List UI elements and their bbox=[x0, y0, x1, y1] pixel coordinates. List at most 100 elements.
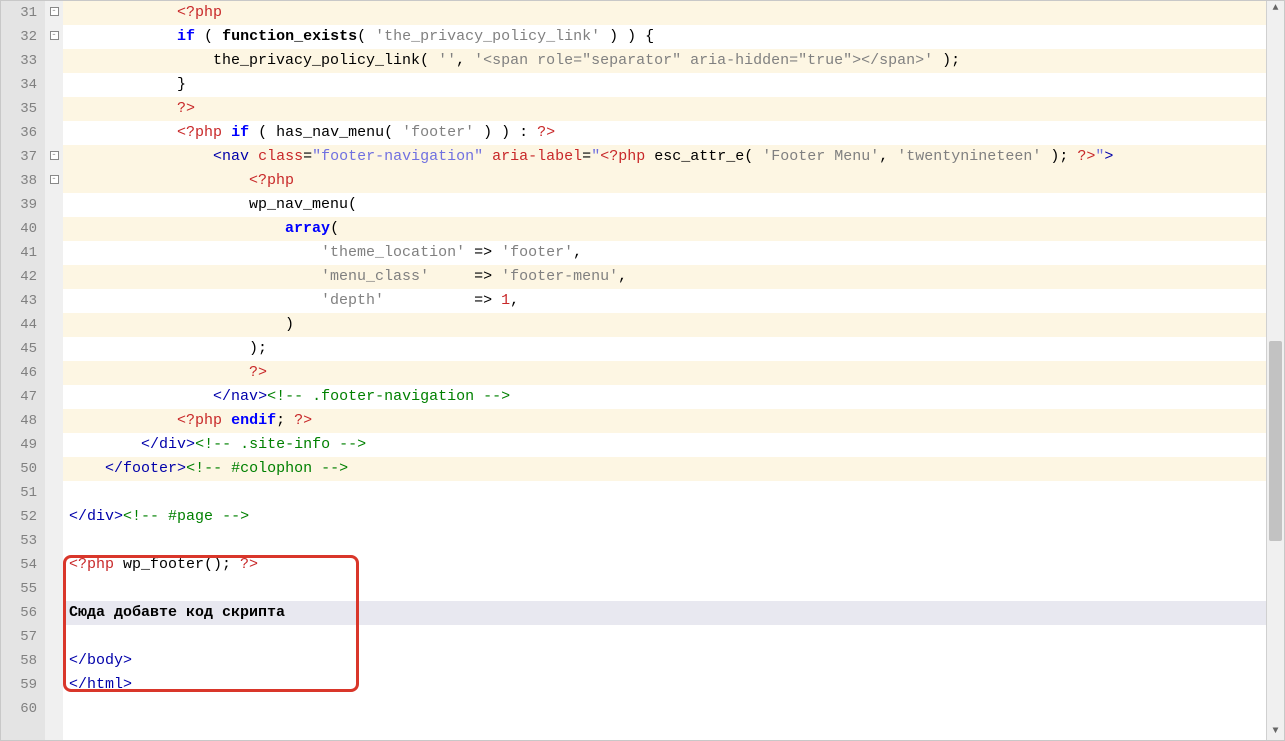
line-number[interactable]: 54 bbox=[1, 553, 37, 577]
code-line[interactable]: ); bbox=[63, 337, 1266, 361]
line-number[interactable]: 32 bbox=[1, 25, 37, 49]
code-line[interactable]: <?php wp_footer(); ?> bbox=[63, 553, 1266, 577]
code-line[interactable]: ?> bbox=[63, 361, 1266, 385]
code-token: > bbox=[258, 388, 267, 405]
code-token: 'footer' bbox=[501, 244, 573, 261]
line-number[interactable]: 52 bbox=[1, 505, 37, 529]
line-number[interactable]: 47 bbox=[1, 385, 37, 409]
line-number[interactable]: 58 bbox=[1, 649, 37, 673]
code-line[interactable]: the_privacy_policy_link( '', '<span role… bbox=[63, 49, 1266, 73]
code-line[interactable]: <?php bbox=[63, 169, 1266, 193]
line-number[interactable]: 43 bbox=[1, 289, 37, 313]
fold-mark bbox=[45, 265, 63, 289]
code-line[interactable] bbox=[63, 625, 1266, 649]
code-token: 'menu_class' bbox=[321, 268, 429, 285]
code-line[interactable]: 'menu_class' => 'footer-menu', bbox=[63, 265, 1266, 289]
code-token: nav bbox=[222, 148, 249, 165]
code-token: 1 bbox=[501, 292, 510, 309]
code-line[interactable]: </div><!-- .site-info --> bbox=[63, 433, 1266, 457]
line-number[interactable]: 40 bbox=[1, 217, 37, 241]
scroll-down-arrow[interactable]: ▼ bbox=[1267, 724, 1284, 740]
line-number[interactable]: 33 bbox=[1, 49, 37, 73]
line-number[interactable]: 31 bbox=[1, 1, 37, 25]
line-number[interactable]: 59 bbox=[1, 673, 37, 697]
line-number[interactable]: 34 bbox=[1, 73, 37, 97]
code-line[interactable] bbox=[63, 577, 1266, 601]
code-line[interactable]: </html> bbox=[63, 673, 1266, 697]
line-number[interactable]: 51 bbox=[1, 481, 37, 505]
code-line[interactable] bbox=[63, 697, 1266, 721]
fold-toggle-icon[interactable]: - bbox=[50, 175, 59, 184]
line-number[interactable]: 46 bbox=[1, 361, 37, 385]
line-number[interactable]: 37 bbox=[1, 145, 37, 169]
line-number[interactable]: 39 bbox=[1, 193, 37, 217]
fold-toggle-icon[interactable]: - bbox=[50, 7, 59, 16]
code-token bbox=[69, 220, 285, 237]
code-token: ?> bbox=[177, 100, 195, 117]
code-line[interactable]: if ( function_exists( 'the_privacy_polic… bbox=[63, 25, 1266, 49]
code-token bbox=[69, 148, 213, 165]
fold-toggle-icon[interactable]: - bbox=[50, 31, 59, 40]
code-line[interactable]: </footer><!-- #colophon --> bbox=[63, 457, 1266, 481]
fold-mark bbox=[45, 457, 63, 481]
vertical-scrollbar[interactable]: ▲ ▼ bbox=[1266, 1, 1284, 740]
line-number[interactable]: 49 bbox=[1, 433, 37, 457]
scrollbar-thumb[interactable] bbox=[1269, 341, 1282, 541]
fold-mark bbox=[45, 673, 63, 697]
code-line[interactable]: } bbox=[63, 73, 1266, 97]
line-number[interactable]: 57 bbox=[1, 625, 37, 649]
code-line[interactable]: array( bbox=[63, 217, 1266, 241]
line-number[interactable]: 55 bbox=[1, 577, 37, 601]
code-line[interactable] bbox=[63, 481, 1266, 505]
scroll-up-arrow[interactable]: ▲ bbox=[1267, 1, 1284, 17]
code-line[interactable]: <?php bbox=[63, 1, 1266, 25]
line-number[interactable]: 50 bbox=[1, 457, 37, 481]
code-token: <!-- #colophon --> bbox=[186, 460, 348, 477]
line-number[interactable]: 45 bbox=[1, 337, 37, 361]
code-line[interactable]: </div><!-- #page --> bbox=[63, 505, 1266, 529]
code-token: '<span role="separator" aria-hidden="tru… bbox=[474, 52, 933, 69]
code-line[interactable]: wp_nav_menu( bbox=[63, 193, 1266, 217]
code-token bbox=[69, 28, 177, 45]
fold-mark bbox=[45, 553, 63, 577]
line-number[interactable]: 53 bbox=[1, 529, 37, 553]
line-number[interactable]: 35 bbox=[1, 97, 37, 121]
code-line[interactable]: ?> bbox=[63, 97, 1266, 121]
code-token: wp_nav_menu( bbox=[69, 196, 357, 213]
code-line[interactable]: ) bbox=[63, 313, 1266, 337]
code-line[interactable]: <nav class="footer-navigation" aria-labe… bbox=[63, 145, 1266, 169]
fold-mark bbox=[45, 193, 63, 217]
fold-column[interactable]: - - - - bbox=[45, 1, 63, 740]
line-number[interactable]: 38 bbox=[1, 169, 37, 193]
code-token: > bbox=[1104, 148, 1113, 165]
code-token: if bbox=[231, 124, 249, 141]
line-number[interactable]: 44 bbox=[1, 313, 37, 337]
code-line[interactable] bbox=[63, 529, 1266, 553]
code-area[interactable]: <?php if ( function_exists( 'the_privacy… bbox=[63, 1, 1266, 740]
code-token: array bbox=[285, 220, 330, 237]
code-token: ( bbox=[357, 28, 375, 45]
code-line[interactable]: <?php endif; ?> bbox=[63, 409, 1266, 433]
code-token: <?php bbox=[600, 148, 645, 165]
code-line[interactable]: </nav><!-- .footer-navigation --> bbox=[63, 385, 1266, 409]
code-line[interactable]: <?php if ( has_nav_menu( 'footer' ) ) : … bbox=[63, 121, 1266, 145]
line-number[interactable]: 36 bbox=[1, 121, 37, 145]
line-number[interactable]: 60 bbox=[1, 697, 37, 721]
fold-mark: - bbox=[45, 25, 63, 49]
code-token: esc_attr_e( bbox=[645, 148, 762, 165]
line-number-gutter[interactable]: 3132333435363738394041424344454647484950… bbox=[1, 1, 45, 740]
line-number[interactable]: 42 bbox=[1, 265, 37, 289]
fold-toggle-icon[interactable]: - bbox=[50, 151, 59, 160]
code-line[interactable]: 'depth' => 1, bbox=[63, 289, 1266, 313]
line-number[interactable]: 41 bbox=[1, 241, 37, 265]
fold-mark bbox=[45, 289, 63, 313]
code-token: <?php bbox=[69, 556, 114, 573]
code-token bbox=[69, 388, 213, 405]
code-token: < bbox=[213, 148, 222, 165]
line-number[interactable]: 48 bbox=[1, 409, 37, 433]
code-line[interactable]: </body> bbox=[63, 649, 1266, 673]
code-line[interactable]: 'theme_location' => 'footer', bbox=[63, 241, 1266, 265]
code-line[interactable]: Сюда добавте код скрипта bbox=[63, 601, 1266, 625]
code-token bbox=[483, 148, 492, 165]
line-number[interactable]: 56 bbox=[1, 601, 37, 625]
